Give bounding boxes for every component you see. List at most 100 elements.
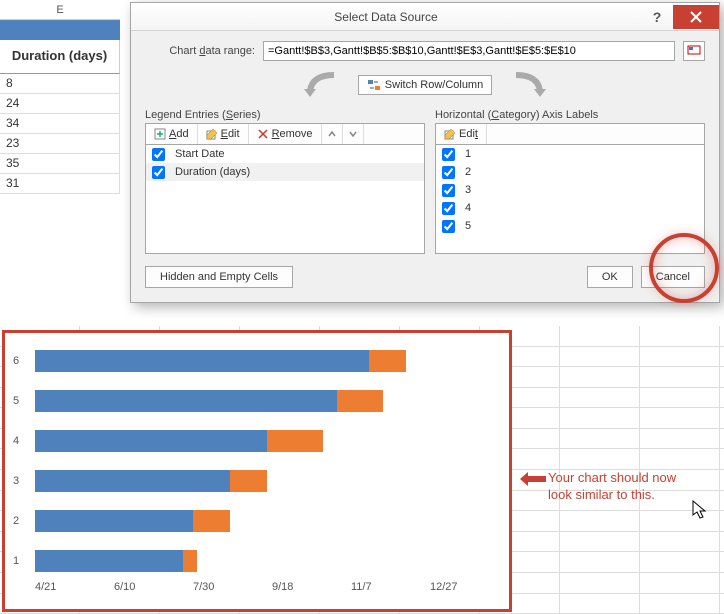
switch-icon — [367, 79, 381, 91]
bar-chart-area: 654321 — [5, 333, 509, 581]
category-item-label: 4 — [465, 202, 471, 214]
bar-segment-duration — [183, 550, 197, 572]
cancel-button[interactable]: Cancel — [641, 266, 705, 288]
x-tick-label: 11/7 — [351, 581, 430, 609]
series-checkbox[interactable] — [152, 148, 165, 161]
category-item-label: 1 — [465, 148, 471, 160]
category-item[interactable]: 4 — [436, 199, 704, 217]
edit-icon — [206, 128, 218, 140]
switch-row-column-button[interactable]: Switch Row/Column — [358, 75, 492, 95]
bar-y-label: 6 — [13, 355, 19, 367]
x-tick-label: 4/21 — [35, 581, 114, 609]
series-toolbar: Add Edit Remove — [145, 123, 425, 144]
category-item-label: 5 — [465, 220, 471, 232]
x-tick-label: 6/10 — [114, 581, 193, 609]
category-item[interactable]: 3 — [436, 181, 704, 199]
bar-row: 6 — [35, 341, 499, 381]
series-checkbox[interactable] — [152, 166, 165, 179]
chevron-down-icon — [349, 130, 357, 138]
series-item-start-date[interactable]: Start Date — [146, 145, 424, 163]
category-item[interactable]: 5 — [436, 217, 704, 235]
category-checkbox[interactable] — [442, 220, 455, 233]
selected-cell-top[interactable] — [0, 20, 120, 40]
column-header-E[interactable]: E — [0, 0, 120, 20]
bar-y-label: 3 — [13, 475, 19, 487]
x-tick-label: 9/18 — [272, 581, 351, 609]
bar-segment-duration — [230, 470, 267, 492]
bar-segment-duration — [337, 390, 383, 412]
bar-row: 2 — [35, 501, 499, 541]
switch-row-column-label: Switch Row/Column — [385, 79, 483, 91]
bar-segment-start — [35, 390, 337, 412]
chart-data-range-label: Chart data range: — [145, 45, 255, 57]
series-item-label: Start Date — [175, 148, 225, 160]
range-picker-icon — [687, 45, 701, 57]
table-cell[interactable]: 34 — [0, 114, 120, 134]
remove-series-button[interactable]: Remove — [249, 124, 322, 144]
table-cell[interactable]: 23 — [0, 134, 120, 154]
hidden-empty-cells-button[interactable]: Hidden and Empty Cells — [145, 266, 293, 288]
close-icon — [690, 11, 702, 23]
bar-y-label: 4 — [13, 435, 19, 447]
category-item[interactable]: 1 — [436, 145, 704, 163]
category-toolbar: Edit — [435, 123, 705, 144]
table-cell[interactable]: 31 — [0, 174, 120, 194]
bar-segment-start — [35, 430, 267, 452]
annotation-arrow-left-icon — [520, 472, 546, 486]
table-cell[interactable]: 35 — [0, 154, 120, 174]
table-header-duration[interactable]: Duration (days) — [0, 40, 120, 74]
select-data-source-dialog: Select Data Source ? Chart data range: — [130, 2, 720, 303]
help-button[interactable]: ? — [641, 5, 673, 29]
edit-category-button[interactable]: Edit — [436, 124, 487, 144]
bar-segment-duration — [267, 430, 323, 452]
table-cell[interactable]: 24 — [0, 94, 120, 114]
chevron-up-icon — [328, 130, 336, 138]
chart-data-range-input[interactable] — [263, 41, 675, 61]
bar-segment-start — [35, 510, 193, 532]
arrow-left-curve-icon — [300, 71, 340, 99]
bar-segment-start — [35, 350, 369, 372]
remove-icon — [257, 128, 269, 140]
bar-row: 5 — [35, 381, 499, 421]
close-button[interactable] — [673, 5, 719, 29]
series-item-label: Duration (days) — [175, 166, 250, 178]
legend-entries-label: Legend Entries (Series) — [145, 109, 425, 121]
series-item-duration[interactable]: Duration (days) — [146, 163, 424, 181]
x-tick-label: 7/30 — [193, 581, 272, 609]
arrow-right-curve-icon — [510, 71, 550, 99]
move-up-button[interactable] — [322, 124, 343, 144]
annotation-text: Your chart should now look similar to th… — [548, 470, 718, 504]
edit-series-button[interactable]: Edit — [198, 124, 249, 144]
gantt-chart-preview[interactable]: 654321 4/216/107/309/1811/712/27 — [2, 330, 512, 612]
bar-segment-start — [35, 470, 230, 492]
category-checkbox[interactable] — [442, 202, 455, 215]
series-listbox[interactable]: Start Date Duration (days) — [145, 144, 425, 254]
x-tick-label: 12/27 — [430, 581, 509, 609]
category-checkbox[interactable] — [442, 166, 455, 179]
range-picker-button[interactable] — [683, 41, 705, 61]
category-item[interactable]: 2 — [436, 163, 704, 181]
bar-y-label: 5 — [13, 395, 19, 407]
move-down-button[interactable] — [343, 124, 364, 144]
bar-row: 3 — [35, 461, 499, 501]
category-checkbox[interactable] — [442, 148, 455, 161]
table-cell[interactable]: 8 — [0, 74, 120, 94]
category-item-label: 2 — [465, 166, 471, 178]
bar-y-label: 2 — [13, 515, 19, 527]
bar-y-label: 1 — [13, 555, 19, 567]
add-series-button[interactable]: Add — [146, 124, 198, 144]
add-icon — [154, 128, 166, 140]
x-axis: 4/216/107/309/1811/712/27 — [5, 581, 509, 609]
bar-row: 4 — [35, 421, 499, 461]
bar-segment-start — [35, 550, 183, 572]
category-listbox[interactable]: 1 2 3 4 5 — [435, 144, 705, 254]
category-checkbox[interactable] — [442, 184, 455, 197]
mouse-cursor-icon — [692, 500, 708, 520]
dialog-titlebar[interactable]: Select Data Source ? — [131, 3, 719, 31]
spreadsheet-column: E Duration (days) 8 24 34 23 35 31 — [0, 0, 120, 340]
bar-segment-duration — [193, 510, 230, 532]
category-item-label: 3 — [465, 184, 471, 196]
edit-icon — [444, 128, 456, 140]
bar-row: 1 — [35, 541, 499, 581]
ok-button[interactable]: OK — [587, 266, 633, 288]
